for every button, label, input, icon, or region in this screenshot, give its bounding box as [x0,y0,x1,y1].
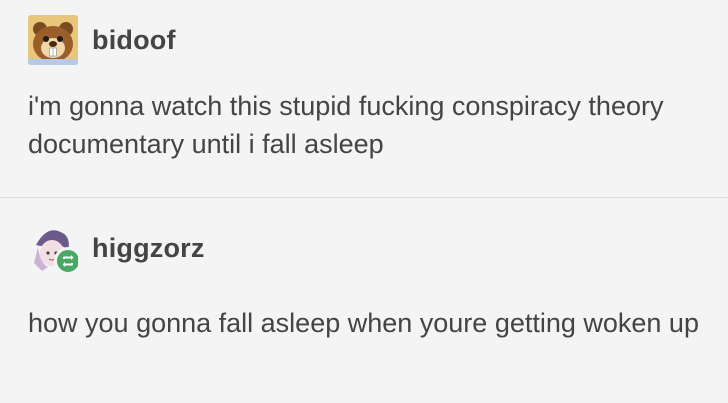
post-header: higgzorz [28,223,205,273]
post-higgzorz: higgzorz how you gonna fall asleep when … [0,198,728,403]
bidoof-avatar-icon[interactable] [28,15,78,65]
higgzorz-avatar-icon[interactable] [28,223,78,273]
reblog-icon [54,247,78,273]
post-text: i'm gonna watch this stupid fucking cons… [28,91,664,159]
post-header: bidoof [28,15,176,65]
bidoof-avatar-image [28,15,78,65]
username[interactable]: bidoof [92,25,176,56]
username[interactable]: higgzorz [92,233,205,264]
post-bidoof: bidoof i'm gonna watch this stupid fucki… [0,0,728,197]
post-text: how you gonna fall asleep when youre get… [28,308,699,338]
